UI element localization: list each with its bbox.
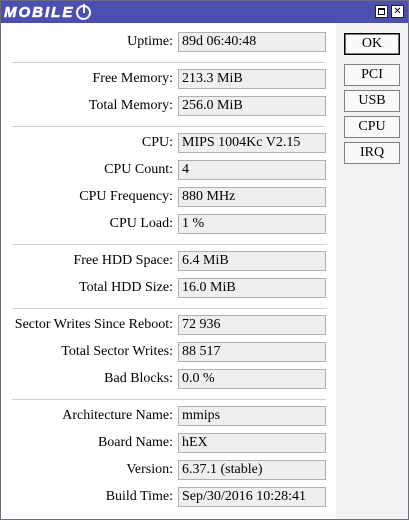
field-label: Sector Writes Since Reboot: [14, 317, 173, 332]
field-label: Build Time: [105, 489, 173, 504]
pci-button[interactable]: PCI [344, 64, 400, 86]
field-free-hdd-space: Free HDD Space: 6.4 MiB [1, 251, 336, 271]
field-build-time: Build Time: Sep/30/2016 10:28:41 [1, 487, 336, 507]
field-label: Total Sector Writes: [61, 344, 173, 359]
field-value[interactable]: Sep/30/2016 10:28:41 [178, 487, 326, 507]
field-label: Bad Blocks: [104, 371, 173, 386]
field-cpu-frequency: CPU Frequency: 880 MHz [1, 187, 336, 207]
field-version: Version: 6.37.1 (stable) [1, 460, 336, 480]
maximize-button[interactable] [375, 5, 388, 18]
field-label: Architecture Name: [62, 408, 173, 423]
field-value[interactable]: hEX [178, 433, 326, 453]
separator [12, 308, 326, 309]
cpu-button[interactable]: CPU [344, 116, 400, 138]
field-value[interactable]: mmips [178, 406, 326, 426]
field-label: Total HDD Size: [79, 280, 173, 295]
power-icon [76, 3, 92, 20]
field-value[interactable]: 89d 06:40:48 [178, 32, 326, 52]
field-cpu-load: CPU Load: 1 % [1, 214, 336, 234]
field-architecture-name: Architecture Name: mmips [1, 406, 336, 426]
field-cpu-count: CPU Count: 4 [1, 160, 336, 180]
field-label: Total Memory: [88, 98, 173, 113]
resources-window: MOBILE ✕ Uptime: 89d 06:40:48 Free Memor… [0, 0, 409, 520]
separator [12, 399, 326, 400]
field-value[interactable]: 213.3 MiB [178, 69, 326, 89]
field-label: Free HDD Space: [73, 253, 173, 268]
field-value[interactable]: 880 MHz [178, 187, 326, 207]
ok-button[interactable]: OK [344, 33, 400, 55]
field-sector-writes-since-reboot: Sector Writes Since Reboot: 72 936 [1, 315, 336, 335]
app-logo: MOBILE [4, 3, 92, 21]
field-label: CPU Frequency: [79, 189, 173, 204]
field-label: CPU: [141, 135, 173, 150]
field-value[interactable]: MIPS 1004Kc V2.15 [178, 133, 326, 153]
field-value[interactable]: 72 936 [178, 315, 326, 335]
resource-form: Uptime: 89d 06:40:48 Free Memory: 213.3 … [1, 23, 336, 519]
field-value[interactable]: 256.0 MiB [178, 96, 326, 116]
field-value[interactable]: 88 517 [178, 342, 326, 362]
field-cpu: CPU: MIPS 1004Kc V2.15 [1, 133, 336, 153]
field-total-hdd-size: Total HDD Size: 16.0 MiB [1, 278, 336, 298]
title-bar[interactable]: MOBILE ✕ [1, 1, 408, 23]
field-board-name: Board Name: hEX [1, 433, 336, 453]
field-value[interactable]: 4 [178, 160, 326, 180]
field-total-sector-writes: Total Sector Writes: 88 517 [1, 342, 336, 362]
separator [12, 126, 326, 127]
field-uptime: Uptime: 89d 06:40:48 [1, 32, 336, 52]
field-free-memory: Free Memory: 213.3 MiB [1, 69, 336, 89]
field-value[interactable]: 0.0 % [178, 369, 326, 389]
close-icon: ✕ [393, 6, 402, 17]
field-label: Version: [126, 462, 173, 477]
close-button[interactable]: ✕ [391, 5, 404, 18]
irq-button[interactable]: IRQ [344, 142, 400, 164]
field-label: Uptime: [127, 34, 173, 49]
field-total-memory: Total Memory: 256.0 MiB [1, 96, 336, 116]
field-value[interactable]: 6.4 MiB [178, 251, 326, 271]
separator [12, 244, 326, 245]
field-value[interactable]: 1 % [178, 214, 326, 234]
field-label: Board Name: [97, 435, 173, 450]
field-value[interactable]: 16.0 MiB [178, 278, 326, 298]
logo-text: MOBILE [4, 3, 75, 21]
field-label: CPU Load: [109, 216, 173, 231]
field-label: CPU Count: [104, 162, 173, 177]
usb-button[interactable]: USB [344, 90, 400, 112]
field-bad-blocks: Bad Blocks: 0.0 % [1, 369, 336, 389]
field-value[interactable]: 6.37.1 (stable) [178, 460, 326, 480]
separator [12, 62, 326, 63]
field-label: Free Memory: [92, 71, 173, 86]
